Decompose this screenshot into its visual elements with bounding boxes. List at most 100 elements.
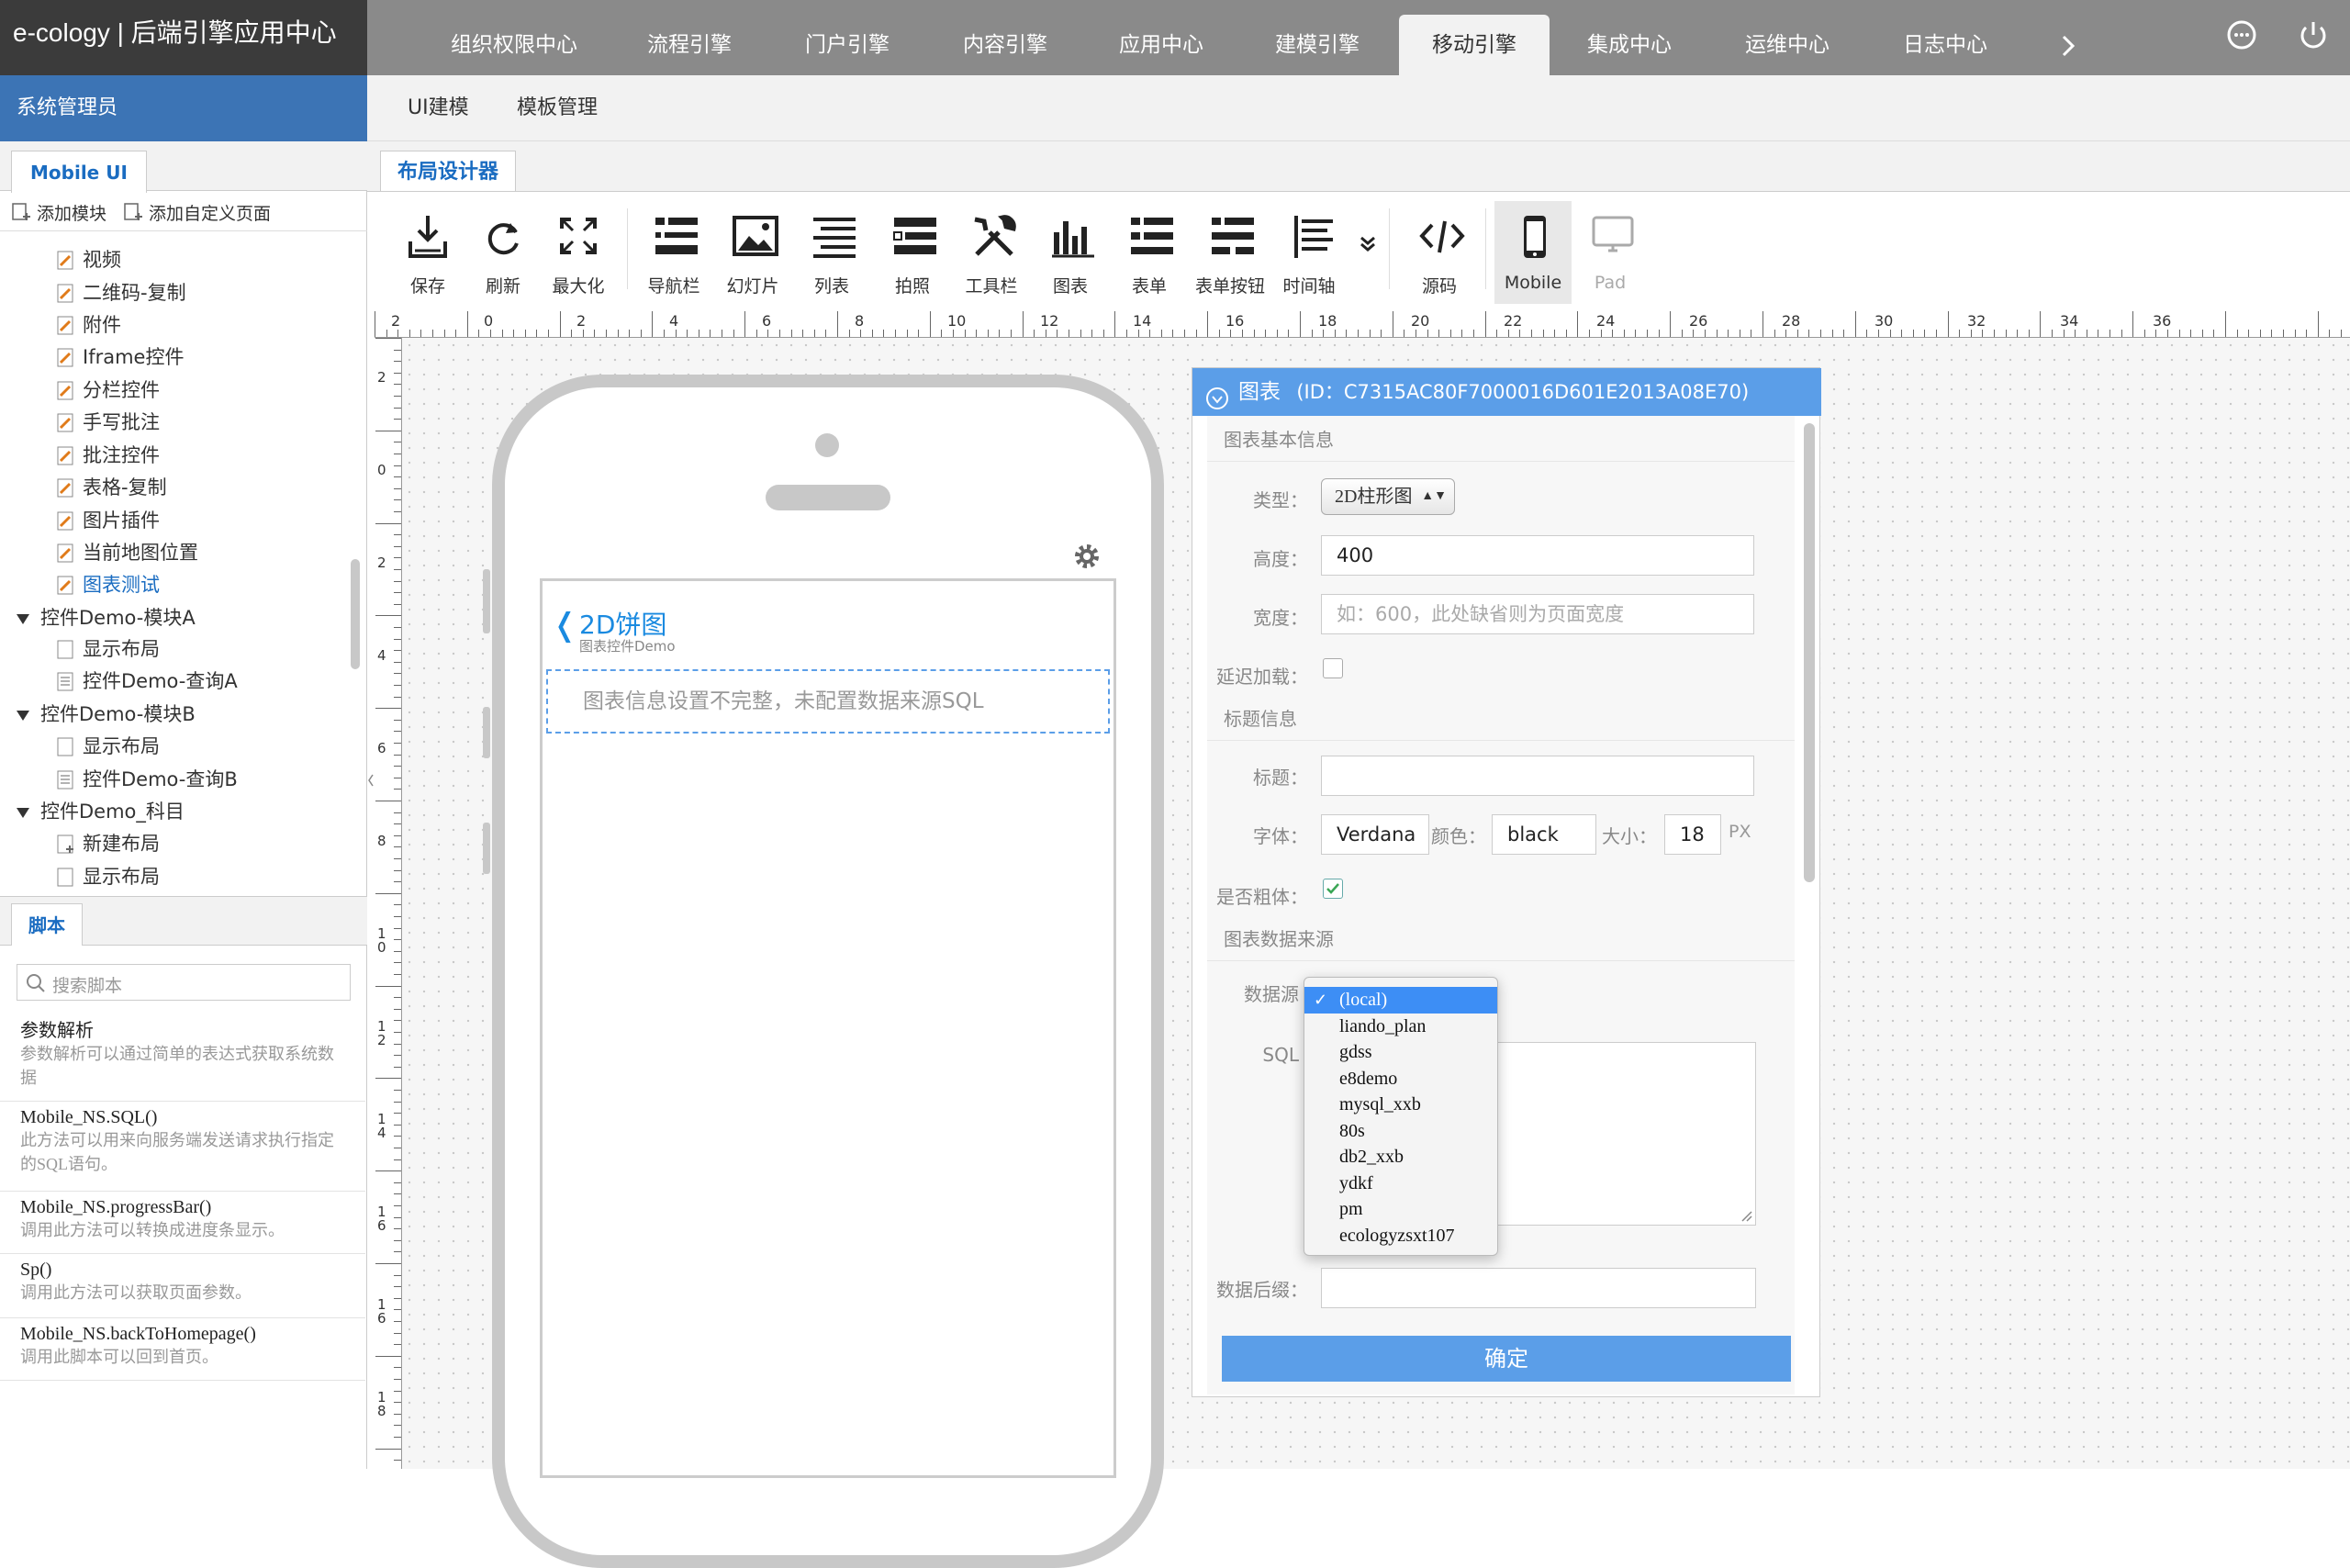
tree-item[interactable]: 显示布局	[57, 731, 160, 762]
chart-tool[interactable]: 图表	[1032, 201, 1109, 304]
refresh-tool[interactable]: 刷新	[464, 201, 542, 304]
source-code-tool[interactable]: 源码	[1401, 201, 1478, 304]
tree-item[interactable]: 显示布局	[57, 861, 160, 889]
page-icon	[57, 379, 75, 400]
tree-item-selected[interactable]: 图表测试	[57, 569, 160, 600]
chart-placeholder[interactable]: 图表信息设置不完整，未配置数据来源SQL	[546, 669, 1110, 734]
chevron-right-icon[interactable]	[2049, 28, 2086, 64]
dropdown-option[interactable]: gdss	[1304, 1039, 1497, 1066]
script-item[interactable]: Mobile_NS.backToHomepage() 调用此脚本可以回到首页。	[0, 1318, 365, 1381]
chevron-down-icon[interactable]	[1357, 232, 1379, 259]
tree-module[interactable]: 控件Demo_科目	[17, 796, 185, 827]
nav-tab-log[interactable]: 日志中心	[1867, 15, 2023, 75]
more-circle-icon[interactable]	[2223, 17, 2260, 53]
nav-tab-app[interactable]: 应用中心	[1083, 15, 1239, 75]
timeline-icon	[1294, 216, 1333, 258]
nav-tab-org[interactable]: 组织权限中心	[431, 15, 597, 75]
script-search-input[interactable]: 搜索脚本	[17, 964, 351, 1001]
dropdown-option[interactable]: ecologyzsxt107	[1304, 1223, 1497, 1249]
collapse-icon[interactable]	[17, 807, 29, 818]
tree-item[interactable]: 二维码-复制	[57, 277, 186, 308]
color-input[interactable]: black	[1492, 814, 1596, 855]
dropdown-option[interactable]: mysql_xxb	[1304, 1092, 1497, 1118]
script-item[interactable]: Sp() 调用此方法可以获取页面参数。	[0, 1254, 365, 1318]
chart-type-select[interactable]: 2D柱形图 ▲▼	[1321, 478, 1455, 515]
tree-item[interactable]: 附件	[57, 309, 121, 341]
ruler-label: 2	[377, 554, 386, 571]
tree-item[interactable]: 控件Demo-查询B	[57, 764, 238, 795]
tree-item[interactable]: 分栏控件	[57, 375, 160, 406]
pad-view-tool[interactable]: Pad	[1572, 201, 1649, 304]
nav-tab-integration[interactable]: 集成中心	[1551, 15, 1707, 75]
dropdown-option[interactable]: e8demo	[1304, 1066, 1497, 1092]
tree-module[interactable]: 控件Demo-模块A	[17, 602, 196, 633]
tree-item[interactable]: Iframe控件	[57, 342, 184, 373]
dropdown-option-selected[interactable]: ✓ (local)	[1304, 987, 1497, 1014]
nav-tab-modeling[interactable]: 建模引擎	[1239, 15, 1395, 75]
subnav-template[interactable]: 模板管理	[517, 75, 598, 141]
collapse-icon[interactable]	[17, 613, 29, 624]
form-button-tool[interactable]: 表单按钮	[1192, 201, 1269, 304]
tab-script[interactable]: 脚本	[11, 903, 83, 946]
photo-tool[interactable]: 拍照	[874, 201, 951, 304]
add-module-button[interactable]: 添加模块	[37, 200, 106, 225]
tree-item[interactable]: 显示布局	[57, 633, 160, 665]
nav-tab-portal[interactable]: 门户引擎	[769, 15, 925, 75]
tree-item[interactable]: 表格-复制	[57, 472, 167, 503]
tree-scrollbar[interactable]	[351, 559, 360, 669]
splitter-handle[interactable]	[367, 753, 375, 808]
back-icon[interactable]: ❬	[552, 607, 578, 644]
panel-scrollbar[interactable]	[1804, 423, 1815, 882]
script-item[interactable]: 参数解析 参数解析可以通过简单的表达式获取系统数据	[0, 1010, 365, 1102]
subnav-ui-modeling[interactable]: UI建模	[408, 75, 469, 141]
dropdown-option[interactable]: db2_xxb	[1304, 1144, 1497, 1170]
slideshow-tool[interactable]: 幻灯片	[714, 201, 791, 304]
page-icon	[57, 542, 75, 563]
confirm-button[interactable]: 确定	[1222, 1336, 1791, 1382]
script-search-placeholder: 搜索脚本	[52, 977, 123, 996]
size-input[interactable]: 18	[1664, 814, 1721, 855]
mobile-view-tool[interactable]: Mobile	[1494, 201, 1572, 304]
refresh-icon	[487, 223, 519, 255]
dropdown-option[interactable]: 80s	[1304, 1118, 1497, 1145]
nav-tab-ops[interactable]: 运维中心	[1709, 15, 1865, 75]
tree-item[interactable]: 手写批注	[57, 407, 160, 438]
tab-layout-designer[interactable]: 布局设计器	[380, 151, 517, 193]
tools-tool[interactable]: 工具栏	[953, 201, 1030, 304]
dropdown-option[interactable]: ydkf	[1304, 1170, 1497, 1197]
tree-item[interactable]: 视频	[57, 244, 121, 275]
tree-item[interactable]: 控件Demo-查询A	[57, 666, 238, 697]
bold-checkbox[interactable]	[1323, 879, 1343, 899]
collapse-icon[interactable]	[17, 710, 29, 721]
tree-item[interactable]: 图片插件	[57, 505, 160, 536]
title-input[interactable]	[1321, 756, 1754, 796]
script-item[interactable]: Mobile_NS.SQL() 此方法可以用来向服务端发送请求执行指定的SQL语句…	[0, 1102, 365, 1192]
height-input[interactable]: 400	[1321, 535, 1754, 576]
script-item[interactable]: Mobile_NS.progressBar() 调用此方法可以转换成进度条显示。	[0, 1192, 365, 1254]
form-tool[interactable]: 表单	[1111, 201, 1188, 304]
dropdown-option[interactable]: pm	[1304, 1196, 1497, 1223]
width-input[interactable]: 如：600，此处缺省则为页面宽度	[1321, 594, 1754, 634]
data-source-dropdown[interactable]: ✓ (local) liando_plan gdss e8demo mysql_x…	[1304, 977, 1498, 1256]
tree-item[interactable]: 新建布局	[57, 828, 160, 859]
tree-item[interactable]: 当前地图位置	[57, 537, 198, 568]
tree-module[interactable]: 控件Demo-模块B	[17, 699, 196, 730]
tab-mobile-ui[interactable]: Mobile UI	[11, 151, 147, 193]
nav-tab-workflow[interactable]: 流程引擎	[611, 15, 767, 75]
lazy-load-checkbox[interactable]	[1323, 658, 1343, 678]
nav-tab-mobile[interactable]: 移动引擎	[1399, 15, 1550, 75]
add-custom-page-button[interactable]: 添加自定义页面	[149, 200, 271, 225]
power-icon[interactable]	[2295, 17, 2332, 53]
maximize-tool[interactable]: 最大化	[540, 201, 617, 304]
save-tool[interactable]: 保存	[389, 201, 466, 304]
form-button-icon	[1212, 218, 1254, 254]
tree-item[interactable]: 批注控件	[57, 440, 160, 471]
nav-tab-content[interactable]: 内容引擎	[927, 15, 1083, 75]
navbar-tool[interactable]: 导航栏	[635, 201, 712, 304]
gear-icon[interactable]	[1070, 540, 1103, 577]
list-tool[interactable]: 列表	[793, 201, 870, 304]
dropdown-option[interactable]: liando_plan	[1304, 1014, 1497, 1040]
font-input[interactable]: Verdana	[1321, 814, 1429, 855]
timeline-tool[interactable]: 时间轴	[1270, 201, 1348, 304]
data-suffix-input[interactable]	[1321, 1268, 1756, 1308]
